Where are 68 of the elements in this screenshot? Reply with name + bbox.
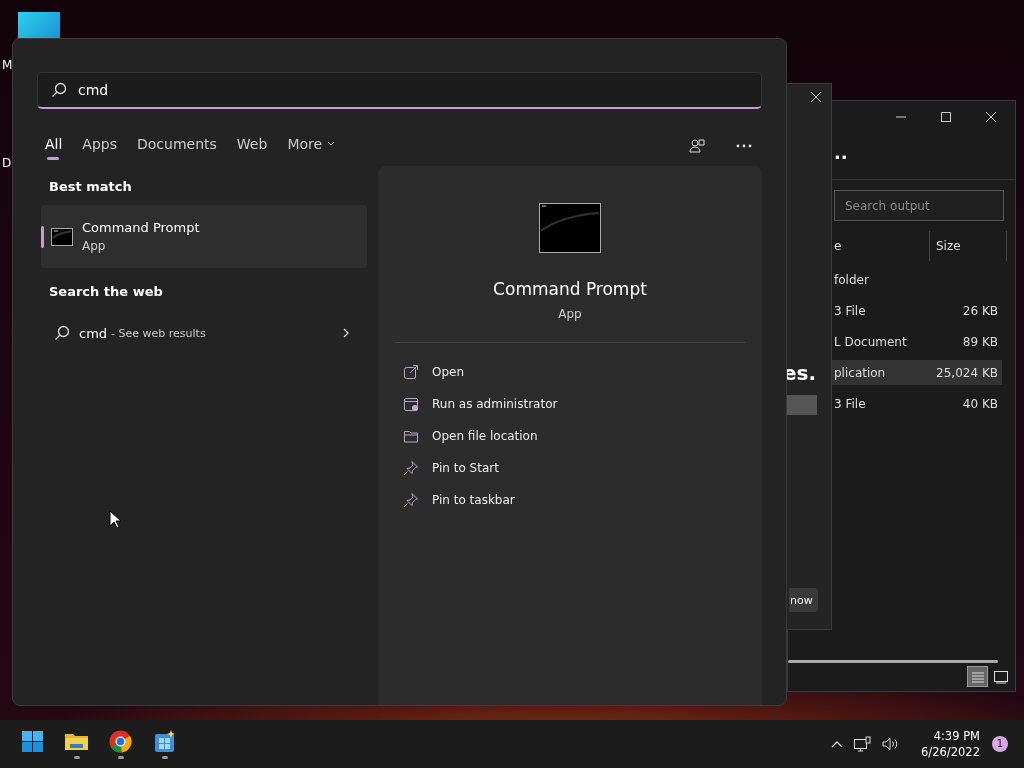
action-item[interactable]: Run as administrator — [395, 388, 745, 420]
dialog-button[interactable]: now — [789, 588, 818, 612]
notification-badge[interactable]: 1 — [992, 736, 1008, 752]
search-field[interactable]: cmd — [37, 72, 762, 109]
terminal-icon — [539, 203, 601, 253]
input-field[interactable] — [787, 395, 817, 415]
volume-icon[interactable] — [881, 736, 900, 752]
table-cell: 40 KB — [962, 396, 998, 411]
action-item[interactable]: Open — [395, 356, 745, 388]
chevron-right-icon — [343, 328, 349, 338]
pin-icon — [403, 460, 419, 476]
clock[interactable]: 4:39 PM 6/26/2022 — [921, 728, 980, 760]
desktop-icon-label[interactable]: D — [2, 156, 12, 170]
maximize-icon[interactable] — [940, 111, 952, 123]
table-cell: 25,024 KB — [936, 365, 998, 380]
network-icon[interactable] — [853, 736, 872, 752]
scrollbar[interactable] — [788, 660, 998, 663]
section-heading: Best match — [48, 178, 133, 196]
app-type: App — [558, 307, 582, 321]
chevron-up-icon[interactable] — [831, 740, 844, 748]
more-options-icon[interactable] — [736, 144, 752, 148]
filter-dropdown[interactable]: More — [287, 132, 336, 160]
filter-tab[interactable]: Web — [236, 132, 268, 160]
filter-tab[interactable]: All — [45, 132, 63, 160]
running-indicator — [161, 756, 168, 759]
column-header[interactable]: e — [834, 231, 930, 261]
taskbar-button[interactable] — [152, 729, 177, 759]
search-field[interactable]: Search output — [834, 190, 1004, 221]
table-cell: folder — [834, 272, 869, 287]
terminal-icon — [51, 227, 73, 246]
table-cell: plication — [834, 365, 886, 380]
filter-tab[interactable]: Apps — [82, 132, 117, 160]
pin-icon — [403, 492, 419, 508]
action-item[interactable]: Open file location — [395, 420, 745, 452]
table-row[interactable]: 3 File 40 KB — [834, 391, 1002, 416]
open-external-icon — [403, 364, 419, 380]
store-icon — [152, 729, 177, 754]
table-cell: L Document — [834, 334, 907, 349]
browser-icon — [108, 729, 133, 754]
action-item[interactable]: Pin to taskbar — [395, 484, 745, 516]
search-icon — [54, 325, 70, 341]
filter-tab[interactable]: Documents — [137, 132, 217, 160]
mouse-pointer-icon — [109, 510, 121, 529]
table-row[interactable]: L Document 89 KB — [834, 329, 1002, 354]
table-cell: 89 KB — [962, 334, 998, 349]
web-search-item[interactable]: cmd - See web results — [41, 316, 367, 350]
account-switch-icon[interactable] — [688, 137, 706, 155]
table-cell: 26 KB — [962, 303, 998, 318]
table-row[interactable]: 3 File 26 KB — [834, 298, 1002, 323]
search-icon — [51, 82, 67, 98]
folder-icon — [403, 428, 419, 444]
section-heading: Search the web — [48, 283, 164, 301]
close-icon[interactable] — [810, 91, 822, 103]
result-item[interactable]: Command Prompt App — [41, 205, 367, 268]
close-icon[interactable] — [985, 111, 997, 123]
desktop-icon-label[interactable]: M — [2, 58, 13, 72]
taskbar-button[interactable] — [108, 729, 133, 759]
app-title: Command Prompt — [493, 279, 647, 299]
chevron-down-icon[interactable] — [327, 141, 336, 147]
table-cell: 3 File — [834, 396, 866, 411]
admin-window-icon — [403, 396, 419, 412]
column-header[interactable]: Size — [930, 231, 1007, 261]
running-indicator — [117, 756, 124, 759]
action-item[interactable]: Pin to Start — [395, 452, 745, 484]
start-icon — [20, 729, 45, 754]
running-indicator — [73, 756, 80, 759]
table-row[interactable]: folder — [834, 267, 1002, 292]
table-cell: 3 File — [834, 303, 866, 318]
